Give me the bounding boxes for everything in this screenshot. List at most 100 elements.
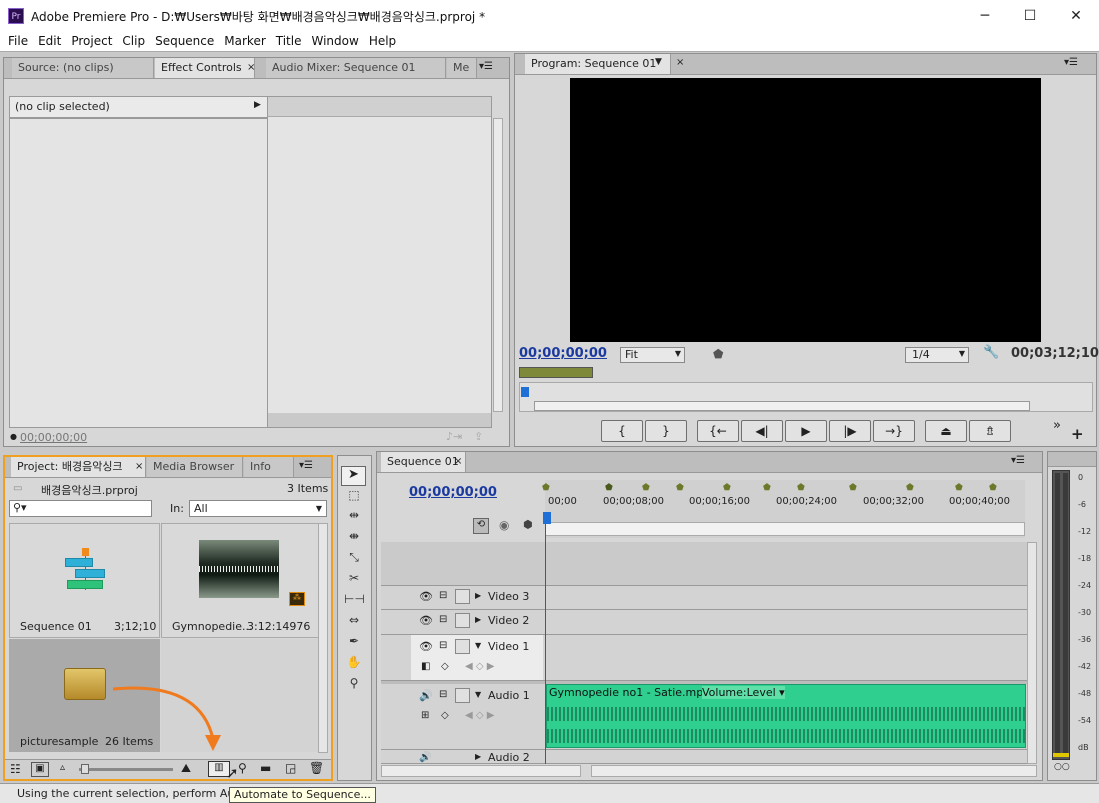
header-scrollbar[interactable] [381, 765, 581, 777]
program-current-timecode[interactable]: 00;00;00;00 [519, 346, 607, 361]
ripple-edit-tool-icon[interactable]: ⇹ [344, 508, 364, 526]
tab-program[interactable]: Program: Sequence 01 [525, 54, 671, 74]
new-item-icon[interactable]: ◲ [285, 761, 296, 775]
eye-icon[interactable]: 👁 [419, 640, 433, 653]
menu-clip[interactable]: Clip [117, 32, 150, 51]
tab-info[interactable]: Info [244, 457, 294, 477]
mark-out-button[interactable]: } [645, 420, 687, 442]
zoom-in-icon[interactable]: ⛰ [181, 761, 191, 776]
eye-icon[interactable]: 👁 [419, 590, 433, 603]
lock-toggle[interactable] [455, 589, 470, 604]
timeline-zoom-scrollbar[interactable] [591, 765, 1037, 777]
tab-media-browser[interactable]: Media Browser [147, 457, 243, 477]
slide-tool-icon[interactable]: ⇔ [344, 613, 364, 631]
expand-arrow-icon[interactable]: ▶ [475, 615, 481, 624]
icon-view-icon[interactable]: ▣ [31, 762, 49, 777]
menu-file[interactable]: File [0, 32, 33, 51]
keyframe-icon[interactable]: ◇ [441, 661, 449, 672]
menu-project[interactable]: Project [66, 32, 117, 51]
mark-in-button[interactable]: { [601, 420, 643, 442]
horizontal-scrollbar[interactable] [268, 413, 491, 427]
lock-toggle[interactable] [455, 639, 470, 654]
maximize-button[interactable]: ☐ [1007, 0, 1053, 32]
resolution-select[interactable]: 1/4 ▼ [905, 347, 969, 363]
rate-stretch-tool-icon[interactable]: ⤡ [344, 550, 364, 568]
tab-audio-mixer[interactable]: Audio Mixer: Sequence 01 [266, 58, 446, 78]
add-button-icon[interactable]: + [1071, 425, 1084, 443]
lock-sync-icon[interactable]: ⊟ [439, 689, 447, 700]
playhead-icon[interactable] [543, 512, 551, 524]
zoom-tool-icon[interactable]: ⚲ [344, 676, 364, 694]
project-item-audio[interactable]: ⁂ Gymnopedie... 3:12:14976 [161, 523, 326, 638]
marker-drop-icon[interactable]: ⬢ [523, 518, 533, 531]
step-forward-button[interactable]: |▶ [829, 420, 871, 442]
tab-metadata[interactable]: Me [447, 58, 477, 78]
eye-icon[interactable]: 👁 [419, 614, 433, 627]
more-controls-icon[interactable]: » [1053, 418, 1061, 433]
list-view-icon[interactable]: ☷ [10, 762, 21, 776]
close-window-button[interactable]: ✕ [1053, 0, 1099, 32]
vertical-scrollbar[interactable] [318, 523, 328, 753]
tab-project[interactable]: Project: 배경음악싱크 [11, 457, 146, 477]
slip-tool-icon[interactable]: ⊢⊣ [344, 592, 365, 610]
lock-toggle[interactable] [455, 613, 470, 628]
close-tab-icon[interactable]: × [135, 461, 143, 472]
minimize-button[interactable]: ─ [962, 0, 1008, 32]
program-scrub-bar[interactable] [519, 382, 1093, 412]
export-icon[interactable]: ⇪ [474, 430, 483, 443]
search-input[interactable]: ⚲▾ [9, 500, 152, 517]
menu-help[interactable]: Help [364, 32, 401, 51]
razor-tool-icon[interactable]: ✂ [344, 571, 364, 589]
speaker-icon[interactable]: 🔊 [419, 689, 433, 702]
expand-arrow-icon[interactable]: ▶ [475, 752, 481, 761]
program-dropdown-icon[interactable]: ▼ [655, 57, 662, 67]
lock-sync-icon[interactable]: ⊟ [439, 640, 447, 651]
tab-source[interactable]: Source: (no clips) [12, 58, 154, 78]
marker-icon[interactable]: ⬟ [713, 347, 723, 361]
vertical-scrollbar[interactable] [493, 118, 503, 412]
panel-menu-icon[interactable]: ▾☰ [479, 61, 493, 72]
display-style-icon[interactable]: ◧ [421, 661, 430, 672]
thumbnail-size-slider[interactable] [79, 764, 173, 774]
in-select[interactable]: All ▼ [189, 500, 327, 517]
vertical-scrollbar[interactable] [1027, 542, 1037, 764]
program-zoom-scroll[interactable] [534, 401, 1030, 411]
selection-tool-icon[interactable]: ➤ [341, 466, 366, 486]
track-select-tool-icon[interactable]: ⬚ [344, 488, 364, 506]
time-ruler[interactable]: ⬟ ⬟ ⬟ ⬟ ⬟ ⬟ ⬟ ⬟ ⬟ ⬟ ⬟ 00;00 00;00;08;00 … [542, 480, 1025, 538]
set-marker-icon[interactable]: ◉ [499, 518, 509, 532]
expand-arrow-icon[interactable]: ▶ [475, 591, 481, 600]
solo-buttons-icon[interactable]: ○○ [1054, 762, 1070, 772]
extract-button[interactable]: ⇯ [969, 420, 1011, 442]
zoom-out-icon[interactable]: ▵ [60, 762, 65, 773]
go-to-out-button[interactable]: →} [873, 420, 915, 442]
step-back-button[interactable]: ◀| [741, 420, 783, 442]
menu-sequence[interactable]: Sequence [150, 32, 219, 51]
effect-timecode[interactable]: 00;00;00;00 [20, 431, 87, 444]
work-area-bar[interactable] [545, 522, 1025, 536]
find-icon[interactable]: ⚲ [238, 761, 247, 775]
wrench-icon[interactable]: 🔧 [983, 345, 999, 360]
go-to-in-button[interactable]: {← [697, 420, 739, 442]
audio-only-icon[interactable]: ♪⇥ [446, 430, 462, 443]
delete-icon[interactable]: 🗑 [309, 761, 324, 775]
lift-button[interactable]: ⏏ [925, 420, 967, 442]
clip-effect-select[interactable]: Volume:Level ▾ [702, 686, 785, 699]
panel-menu-icon[interactable]: ▾☰ [299, 460, 313, 471]
menu-marker[interactable]: Marker [219, 32, 270, 51]
display-style-icon[interactable]: ⊞ [421, 710, 429, 721]
lock-sync-icon[interactable]: ⊟ [439, 614, 447, 625]
pen-tool-icon[interactable]: ✒ [344, 634, 364, 652]
keyframe-nav-icon[interactable]: ◀ ◇ ▶ [465, 710, 494, 721]
hand-tool-icon[interactable]: ✋ [344, 655, 364, 673]
panel-menu-icon[interactable]: ▾☰ [1064, 57, 1078, 68]
play-button[interactable]: ▶ [785, 420, 827, 442]
project-item-sequence[interactable]: Sequence 01 3;12;10 [9, 523, 160, 638]
menu-edit[interactable]: Edit [33, 32, 66, 51]
zoom-select[interactable]: Fit ▼ [620, 347, 685, 363]
expand-arrow-icon[interactable]: ▶ [254, 100, 261, 110]
close-tab-icon[interactable]: × [676, 57, 684, 68]
timeline-timecode[interactable]: 00;00;00;00 [409, 485, 497, 500]
keyframe-nav-icon[interactable]: ◀ ◇ ▶ [465, 661, 494, 672]
close-tab-icon[interactable]: × [247, 62, 255, 73]
